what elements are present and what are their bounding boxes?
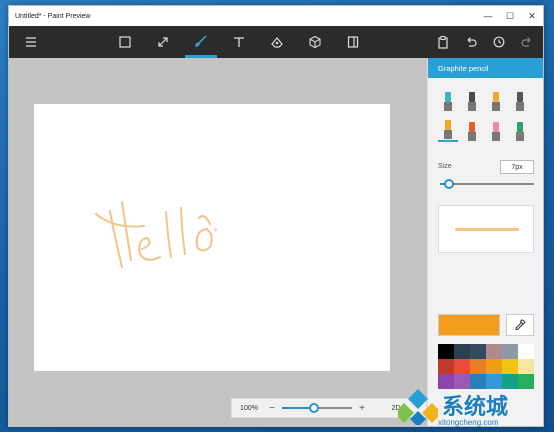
window-title: Untitled* - Paint Preview (15, 12, 91, 20)
palette-swatch[interactable] (454, 359, 470, 374)
palette-swatch[interactable] (438, 359, 454, 374)
minimize-button[interactable]: — (477, 6, 499, 26)
brush-panel: Graphite pencil Size 7px (427, 58, 543, 426)
text-icon[interactable] (223, 26, 255, 58)
size-slider-thumb[interactable] (444, 179, 455, 189)
zoom-level: 100% (240, 404, 258, 412)
current-color-swatch[interactable] (438, 314, 500, 336)
eyedropper-icon (515, 319, 526, 330)
palette-swatch[interactable] (502, 359, 518, 374)
palette-swatch[interactable] (518, 344, 534, 359)
zoom-slider[interactable] (282, 403, 352, 413)
title-bar: Untitled* - Paint Preview — ☐ ✕ (9, 6, 543, 26)
palette-swatch[interactable] (502, 344, 518, 359)
watermark-url: xitongcheng.com (438, 418, 499, 427)
palette-swatch[interactable] (470, 359, 486, 374)
palette-swatch[interactable] (518, 359, 534, 374)
palette-swatch[interactable] (486, 359, 502, 374)
brush-icon[interactable] (185, 26, 217, 58)
eraser-icon[interactable] (486, 118, 506, 142)
select-icon[interactable] (109, 26, 141, 58)
zoom-out-button[interactable]: − (266, 403, 278, 414)
palette-swatch[interactable] (486, 344, 502, 359)
stroke-preview (438, 205, 534, 253)
menu-icon[interactable] (15, 26, 47, 58)
watermark-logo-icon (398, 389, 438, 425)
watermark: 系统城 xitongcheng.com (398, 382, 550, 428)
maximize-button[interactable]: ☐ (499, 6, 521, 26)
watermark-text: 系统城 (442, 395, 509, 420)
size-label: Size (438, 163, 452, 170)
palette-swatch[interactable] (438, 344, 454, 359)
redo-icon[interactable] (511, 26, 543, 58)
oil-brush-icon[interactable] (486, 88, 506, 112)
fountain-pen-icon[interactable] (510, 88, 530, 112)
marker-icon[interactable] (438, 88, 458, 112)
drawing-canvas[interactable]: ⁘ (34, 104, 390, 371)
palette-swatch[interactable] (470, 344, 486, 359)
3d-shapes-icon[interactable] (299, 26, 331, 58)
zoom-in-button[interactable]: + (356, 403, 368, 414)
stickers-icon[interactable] (261, 26, 293, 58)
cursor-icon: ⁘ (213, 227, 218, 234)
calligraphy-pen-icon[interactable] (462, 88, 482, 112)
canvas-icon[interactable] (337, 26, 369, 58)
handwritten-strokes (95, 201, 213, 268)
brush-grid (438, 88, 536, 142)
palette-swatch[interactable] (454, 344, 470, 359)
eyedropper-button[interactable] (506, 314, 534, 336)
pencil-icon[interactable] (438, 118, 458, 142)
hello-drawing: ⁘ (95, 201, 218, 268)
close-button[interactable]: ✕ (521, 6, 543, 26)
crayon-icon[interactable] (462, 118, 482, 142)
crop-icon[interactable] (147, 26, 179, 58)
preview-stroke (455, 228, 519, 231)
toolbar (9, 26, 543, 58)
paint-window: Untitled* - Paint Preview — ☐ ✕ ⁘ 100% −… (8, 5, 544, 427)
panel-title: Graphite pencil (428, 58, 543, 78)
canvas-area: ⁘ 100% − + 2D (9, 58, 427, 426)
size-input[interactable]: 7px (500, 160, 534, 174)
fill-bucket-icon[interactable] (510, 118, 530, 142)
zoom-slider-thumb[interactable] (308, 403, 319, 413)
size-slider[interactable] (440, 179, 534, 189)
